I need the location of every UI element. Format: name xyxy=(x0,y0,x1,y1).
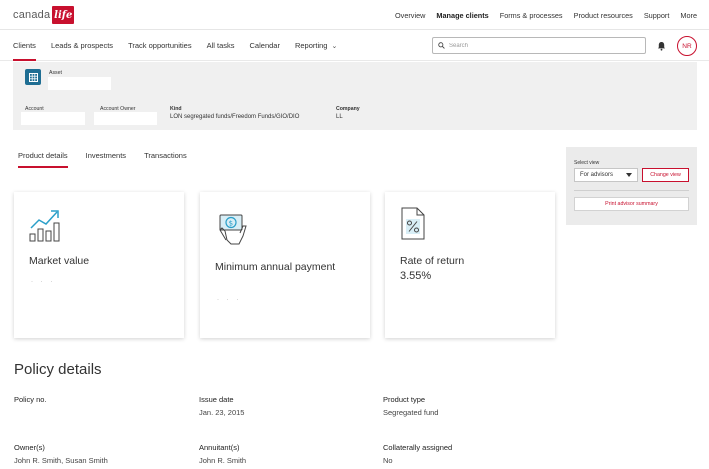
canada-life-logo[interactable]: canada life xyxy=(13,6,75,24)
top-nav-overview[interactable]: Overview xyxy=(395,11,425,20)
product-type-value: Segregated fund xyxy=(383,408,439,417)
tab-product-details[interactable]: Product details xyxy=(18,146,68,168)
subnav-all-tasks[interactable]: All tasks xyxy=(207,30,235,61)
subnav-calendar-label: Calendar xyxy=(249,41,280,50)
svg-text:$: $ xyxy=(229,219,233,227)
collaterally-assigned-value: No xyxy=(383,456,393,465)
account-info-panel: Asset Account Account Owner Kind LON seg… xyxy=(13,62,697,130)
rate-of-return-value: 3.55% xyxy=(400,270,432,282)
product-tabs: Product details Investments Transactions xyxy=(18,146,187,170)
subnav-calendar[interactable]: Calendar xyxy=(250,30,280,61)
search-icon xyxy=(438,42,445,49)
subnav-clients[interactable]: Clients xyxy=(13,30,36,61)
policy-details-title: Policy details xyxy=(14,361,102,378)
annuitants-value: John R. Smith xyxy=(199,456,247,465)
card-title: Minimum annual payment xyxy=(215,261,336,273)
view-select-value: For advisors xyxy=(580,172,614,178)
product-type-label: Product type xyxy=(383,395,426,404)
top-nav: Overview Manage clients Forms & processe… xyxy=(395,0,697,30)
kind-value: LON segregated funds/Freedom Funds/GIO/D… xyxy=(170,114,300,120)
subnav-reporting[interactable]: Reporting ⌄ xyxy=(295,30,337,61)
top-bar: canada life Overview Manage clients Form… xyxy=(0,0,709,30)
asset-value-box xyxy=(48,77,111,90)
subnav-tasks-label: All tasks xyxy=(206,41,235,50)
print-advisor-summary-button[interactable]: Print advisor summary xyxy=(574,197,689,211)
issue-date-value: Jan. 23, 2015 xyxy=(199,408,245,417)
subnav-leads-label: Leads & prospects xyxy=(50,41,114,50)
annuitants-label: Annuitant(s) xyxy=(199,443,240,452)
top-nav-product-resources[interactable]: Product resources xyxy=(574,11,633,20)
policy-no-label: Policy no. xyxy=(14,395,47,404)
issue-date-label: Issue date xyxy=(199,395,234,404)
secondary-nav: Clients Leads & prospects Track opportun… xyxy=(0,30,709,61)
masked-value: · · · xyxy=(31,279,56,285)
tab-transactions[interactable]: Transactions xyxy=(144,146,187,168)
tab-investments[interactable]: Investments xyxy=(86,146,126,168)
card-title: Market value xyxy=(29,255,90,267)
collaterally-assigned-label: Collaterally assigned xyxy=(383,443,453,452)
kind-label: Kind xyxy=(170,106,182,112)
top-nav-forms-processes[interactable]: Forms & processes xyxy=(500,11,563,20)
masked-value: · · · xyxy=(217,297,242,303)
money-hand-icon: $ xyxy=(219,214,247,245)
asset-label: Asset xyxy=(49,70,62,76)
subnav-track-label: Track opportunities xyxy=(128,41,192,50)
asset-icon xyxy=(25,69,41,85)
account-owner-value-box xyxy=(94,112,157,125)
brand-logo-mark: life xyxy=(52,6,75,24)
minimum-annual-payment-card: $ Minimum annual payment · · · xyxy=(200,192,370,338)
growth-chart-icon xyxy=(29,210,60,242)
owners-value: John R. Smith, Susan Smith xyxy=(14,456,108,465)
chevron-down-icon: ⌄ xyxy=(331,42,338,50)
caret-down-icon xyxy=(626,173,632,177)
search-box[interactable] xyxy=(432,37,646,54)
owners-label: Owner(s) xyxy=(14,443,45,452)
search-input[interactable] xyxy=(449,42,639,49)
market-value-card: Market value · · · xyxy=(14,192,184,338)
select-view-panel: Select view For advisors Change view Pri… xyxy=(566,147,697,225)
subnav-clients-label: Clients xyxy=(13,41,36,50)
divider xyxy=(574,190,689,191)
top-nav-manage-clients[interactable]: Manage clients xyxy=(436,11,488,20)
rate-of-return-card: Rate of return 3.55% xyxy=(385,192,555,338)
select-view-label: Select view xyxy=(574,160,600,166)
change-view-button[interactable]: Change view xyxy=(642,168,689,182)
top-nav-more[interactable]: More xyxy=(680,11,697,20)
company-value: LL xyxy=(336,114,343,120)
card-title: Rate of return xyxy=(400,255,465,267)
subnav-leads-prospects[interactable]: Leads & prospects xyxy=(51,30,113,61)
brand-name: canada xyxy=(13,9,51,21)
company-label: Company xyxy=(336,106,360,112)
user-avatar[interactable]: NR xyxy=(677,36,697,56)
subnav-track-opportunities[interactable]: Track opportunities xyxy=(128,30,192,61)
subnav-reporting-label: Reporting xyxy=(294,41,328,50)
notification-bell-icon[interactable] xyxy=(657,41,666,51)
top-nav-support[interactable]: Support xyxy=(644,11,670,20)
percent-document-icon xyxy=(401,207,425,240)
account-value-box xyxy=(21,112,85,125)
view-select[interactable]: For advisors xyxy=(574,168,638,182)
